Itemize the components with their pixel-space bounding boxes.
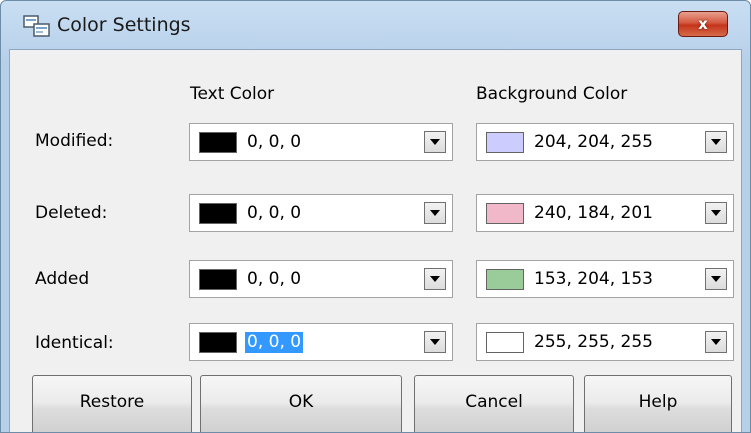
background-color-header: Background Color — [476, 84, 628, 104]
combo-value: 0, 0, 0 — [247, 203, 302, 223]
combo-value: 0, 0, 0 — [245, 332, 304, 353]
added-background-color-combo[interactable]: 153, 204, 153 — [476, 260, 734, 298]
restore-button[interactable]: Restore — [32, 375, 192, 432]
restore-button-label: Restore — [79, 392, 145, 412]
close-icon: x — [698, 15, 708, 33]
chevron-down-icon[interactable] — [424, 268, 446, 290]
chevron-down-icon[interactable] — [424, 131, 446, 153]
row-label-modified: Modified: — [35, 131, 114, 151]
ok-button[interactable]: OK — [200, 375, 402, 432]
identical-background-color-combo[interactable]: 255, 255, 255 — [476, 323, 734, 361]
identical-text-color-combo[interactable]: 0, 0, 0 — [189, 323, 453, 361]
modified-text-color-combo[interactable]: 0, 0, 0 — [189, 123, 453, 161]
combo-value: 255, 255, 255 — [534, 332, 653, 352]
help-button[interactable]: Help — [584, 375, 732, 432]
dialog-body: Text Color Background Color Modified: 0,… — [9, 49, 742, 432]
color-swatch — [486, 269, 524, 290]
chevron-down-icon[interactable] — [424, 331, 446, 353]
color-swatch — [199, 132, 237, 153]
color-swatch — [199, 269, 237, 290]
title-bar[interactable]: Color Settings x — [1, 1, 750, 49]
chevron-down-icon[interactable] — [705, 131, 727, 153]
window-title: Color Settings — [57, 14, 191, 36]
row-label-added: Added — [35, 269, 90, 289]
color-swatch — [486, 132, 524, 153]
combo-value: 0, 0, 0 — [247, 132, 302, 152]
chevron-down-icon[interactable] — [705, 331, 727, 353]
combo-value: 0, 0, 0 — [247, 269, 302, 289]
deleted-background-color-combo[interactable]: 240, 184, 201 — [476, 194, 734, 232]
color-settings-dialog: Color Settings x Text Color Background C… — [0, 0, 751, 433]
row-label-deleted: Deleted: — [35, 203, 108, 223]
added-text-color-combo[interactable]: 0, 0, 0 — [189, 260, 453, 298]
chevron-down-icon[interactable] — [705, 202, 727, 224]
color-swatch — [486, 203, 524, 224]
combo-value: 240, 184, 201 — [534, 203, 653, 223]
text-color-header: Text Color — [190, 84, 275, 104]
cancel-button-label: Cancel — [465, 392, 523, 412]
help-button-label: Help — [638, 392, 678, 412]
chevron-down-icon[interactable] — [705, 268, 727, 290]
cancel-button[interactable]: Cancel — [414, 375, 574, 432]
modified-background-color-combo[interactable]: 204, 204, 255 — [476, 123, 734, 161]
ok-button-label: OK — [288, 392, 314, 412]
color-swatch — [199, 203, 237, 224]
color-swatch — [486, 332, 524, 353]
deleted-text-color-combo[interactable]: 0, 0, 0 — [189, 194, 453, 232]
combo-value: 153, 204, 153 — [534, 269, 653, 289]
close-button[interactable]: x — [678, 11, 728, 37]
chevron-down-icon[interactable] — [424, 202, 446, 224]
color-swatch — [199, 332, 237, 353]
compare-windows-icon — [23, 15, 50, 37]
row-label-identical: Identical: — [35, 333, 114, 353]
combo-value: 204, 204, 255 — [534, 132, 653, 152]
